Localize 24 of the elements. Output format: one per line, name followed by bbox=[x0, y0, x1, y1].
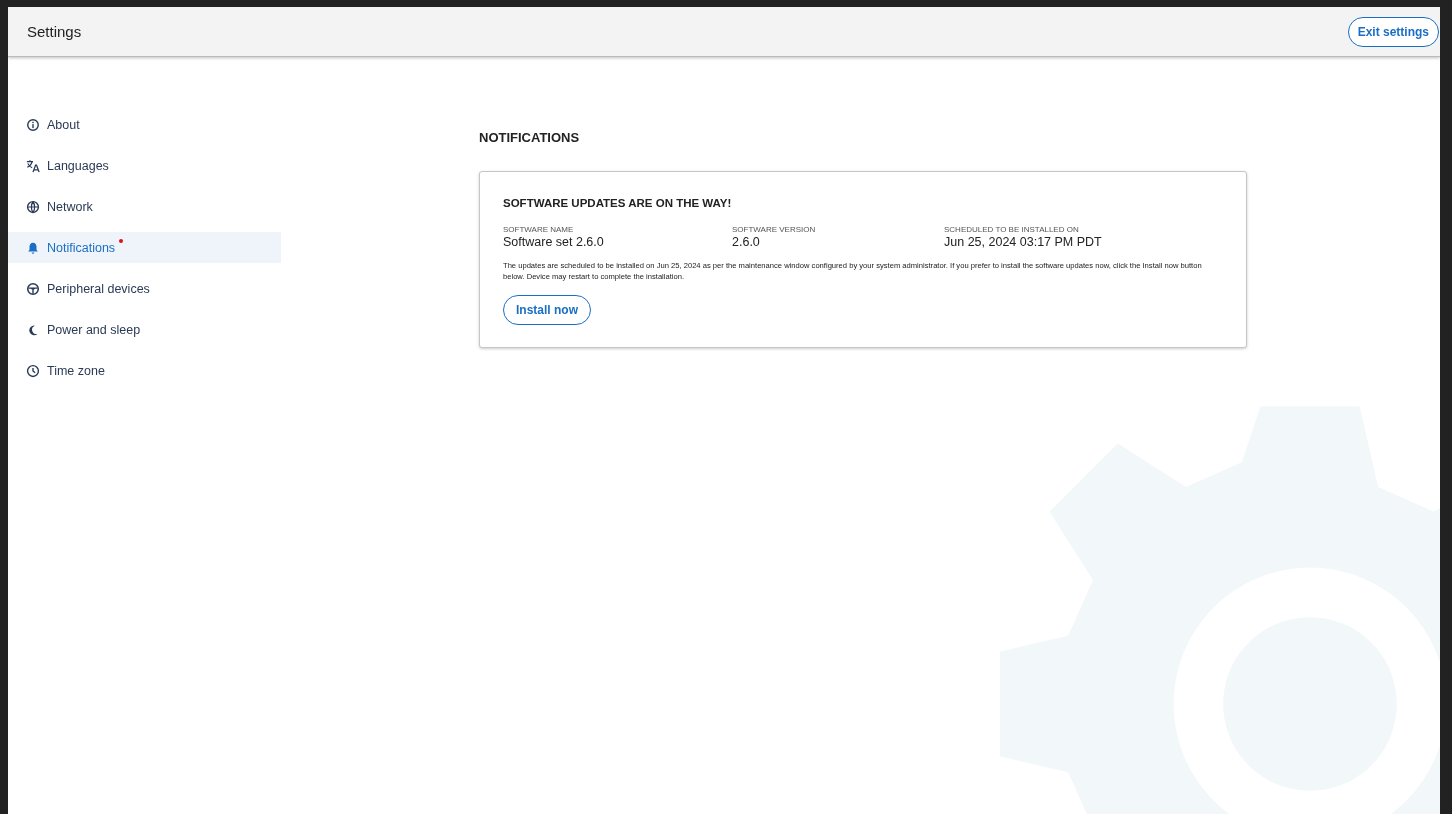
card-title: SOFTWARE UPDATES ARE ON THE WAY! bbox=[503, 197, 733, 209]
sidebar-item[interactable]: Power and sleep bbox=[8, 314, 281, 345]
info-icon bbox=[26, 117, 40, 132]
field-value: Jun 25, 2024 03:17 PM PDT bbox=[944, 235, 1103, 249]
globe-icon bbox=[26, 199, 40, 214]
sidebar-item[interactable]: Time zone bbox=[8, 355, 281, 386]
field-label: SOFTWARE NAME bbox=[503, 225, 575, 234]
translate-icon bbox=[26, 158, 40, 173]
sidebar-item[interactable]: Languages bbox=[8, 150, 281, 181]
bell-icon bbox=[26, 240, 40, 255]
page-title: Settings bbox=[27, 23, 82, 40]
sidebar-item[interactable]: About bbox=[8, 109, 281, 140]
install-now-button[interactable]: Install now bbox=[503, 295, 591, 325]
field-label: SOFTWARE VERSION bbox=[732, 225, 817, 234]
section-title: NOTIFICATIONS bbox=[479, 130, 581, 145]
exit-settings-button[interactable]: Exit settings bbox=[1347, 16, 1439, 47]
field-value: Software set 2.6.0 bbox=[503, 235, 605, 249]
field-label: SCHEDULED TO BE INSTALLED ON bbox=[944, 225, 1080, 234]
steering-wheel-icon bbox=[26, 281, 40, 296]
field-value: 2.6.0 bbox=[732, 235, 761, 249]
sidebar-item[interactable]: Peripheral devices bbox=[8, 273, 281, 304]
sidebar-item[interactable]: Network bbox=[8, 191, 281, 222]
sidebar-item[interactable]: Notifications bbox=[8, 232, 281, 263]
clock-icon bbox=[26, 363, 40, 378]
